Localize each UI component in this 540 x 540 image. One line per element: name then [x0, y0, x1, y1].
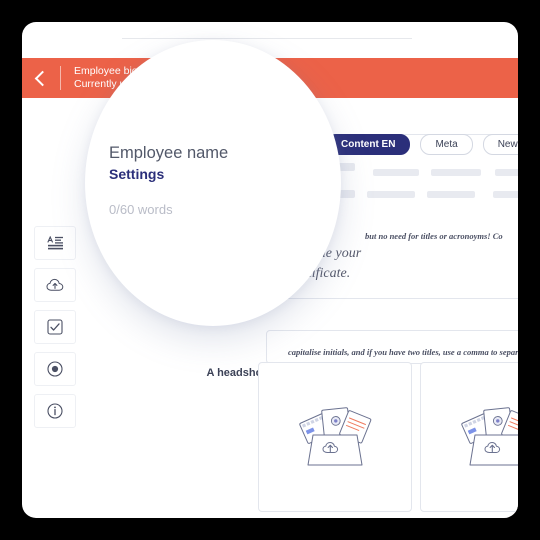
text-format-icon [46, 235, 64, 251]
sidebar-item-radio[interactable] [34, 352, 76, 386]
settings-link[interactable]: Settings [109, 165, 279, 185]
sidebar-item-info[interactable] [34, 394, 76, 428]
magnifier-content: Employee name Settings 0/60 words [109, 143, 279, 217]
skeleton-bar [495, 169, 518, 176]
cloud-upload-icon [46, 278, 65, 293]
upload-card-1[interactable] [258, 362, 412, 512]
sidebar-item-text-format[interactable] [34, 226, 76, 260]
skeleton-bar [493, 191, 518, 198]
tab-meta[interactable]: Meta [420, 134, 473, 155]
skeleton-bar [373, 169, 419, 176]
top-divider [122, 38, 412, 39]
header-divider [60, 66, 61, 90]
headshot-label: A headshot [206, 367, 267, 379]
tool-rail [34, 226, 76, 428]
hint-panel-text: capitalise initials, and if you have two… [288, 347, 518, 357]
word-count-label: 0/60 words [109, 202, 173, 218]
tab-bar: Content EN Meta New Tab [326, 134, 518, 155]
upload-documents-illustration [457, 401, 518, 474]
chevron-left-icon [34, 70, 51, 86]
inline-hint-text: but no need for titles or acronoyms! Co [365, 231, 503, 241]
skeleton-bar [431, 169, 481, 176]
employee-name-label: Employee name [109, 144, 229, 162]
upload-documents-illustration [295, 401, 375, 474]
tab-new-tab[interactable]: New Tab [482, 134, 518, 155]
upload-card-2[interactable] [420, 362, 518, 512]
skeleton-bar [367, 191, 415, 198]
info-icon [47, 403, 63, 419]
screenshot-stage: Employee bio Currently u Content EN Meta… [0, 0, 540, 540]
back-button[interactable] [22, 58, 60, 98]
checkbox-checked-icon [47, 319, 63, 335]
radio-selected-icon [47, 361, 63, 377]
tab-content-en[interactable]: Content EN [326, 134, 411, 155]
sidebar-item-checkbox[interactable] [34, 310, 76, 344]
skeleton-bar [427, 191, 475, 198]
sidebar-item-upload[interactable] [34, 268, 76, 302]
